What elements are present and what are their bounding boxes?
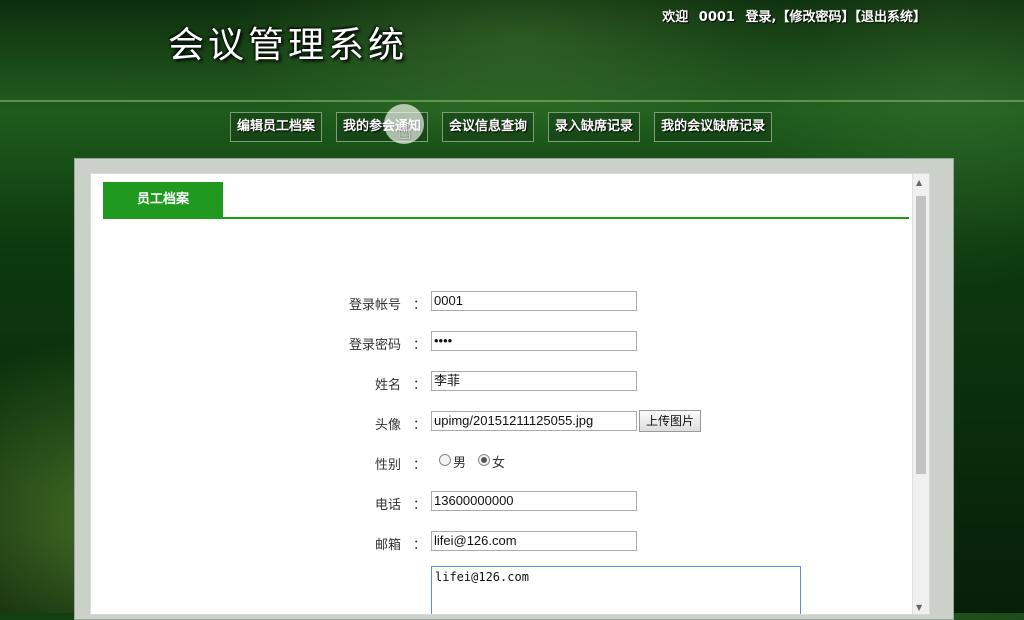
content-panel: 员工档案 登录帐号 ： 登录密码 ： 姓名 ： 头像 ： 上传图片 性别 ： 男… — [90, 173, 930, 615]
pointer-hand-icon: ☝ — [398, 120, 412, 145]
colon: ： — [413, 418, 427, 433]
colon: ： — [413, 498, 427, 513]
gender-label: 性别 — [374, 458, 401, 473]
avatar-path-input[interactable] — [431, 411, 637, 431]
tab-employee-profile[interactable]: 员工档案 — [103, 182, 223, 218]
logged-in-text: 登录, — [745, 10, 777, 25]
scrollbar[interactable]: ▲ ▼ — [912, 174, 929, 614]
avatar-row: 头像 ： 上传图片 — [91, 410, 929, 433]
welcome-text: 欢迎 — [662, 10, 689, 25]
gender-male-label: 男 — [453, 456, 467, 471]
name-label: 姓名 — [374, 378, 401, 393]
scroll-down-icon[interactable]: ▼ — [916, 603, 922, 612]
header-divider — [0, 100, 1024, 102]
gender-row: 性别 ： 男 女 — [91, 451, 929, 473]
scroll-thumb[interactable] — [916, 196, 926, 474]
phone-row: 电话 ： — [91, 491, 929, 513]
gender-female-label: 女 — [492, 456, 506, 471]
nav-meeting-query[interactable]: 会议信息查询 — [442, 112, 535, 142]
main-nav: 编辑员工档案 我的参会通知 会议信息查询 录入缺席记录 我的会议缺席记录 — [230, 112, 773, 142]
notes-textarea[interactable]: lifei@126.com — [431, 566, 801, 614]
colon: ： — [413, 338, 427, 353]
phone-input[interactable] — [431, 491, 637, 511]
gender-male-radio[interactable] — [439, 454, 451, 466]
name-row: 姓名 ： — [91, 371, 929, 393]
colon: ： — [413, 458, 427, 473]
email-input[interactable] — [431, 531, 637, 551]
name-input[interactable] — [431, 371, 637, 391]
app-title: 会议管理系统 — [168, 25, 409, 66]
tab-underline — [103, 217, 909, 219]
logout-link[interactable]: 【退出系统】 — [854, 10, 926, 25]
user-links: 欢迎 0001 登录,【修改密码】【退出系统】 — [656, 6, 926, 25]
nav-enter-absence[interactable]: 录入缺席记录 — [548, 112, 641, 142]
scroll-up-icon[interactable]: ▲ — [916, 178, 922, 187]
account-input[interactable] — [431, 291, 637, 311]
user-id: 0001 — [698, 10, 735, 25]
change-password-link[interactable]: 【修改密码】 — [776, 10, 854, 25]
nav-my-absence-records[interactable]: 我的会议缺席记录 — [654, 112, 773, 142]
upload-image-button[interactable]: 上传图片 — [639, 410, 702, 432]
email-label: 邮箱 — [374, 538, 401, 553]
email-row: 邮箱 ： — [91, 531, 929, 553]
password-row: 登录密码 ： — [91, 331, 929, 353]
password-label: 登录密码 — [348, 338, 401, 353]
gender-female-radio[interactable] — [478, 454, 490, 466]
avatar-label: 头像 — [374, 418, 401, 433]
account-row: 登录帐号 ： — [91, 291, 929, 313]
colon: ： — [413, 538, 427, 553]
password-input[interactable] — [431, 331, 637, 351]
nav-edit-profile[interactable]: 编辑员工档案 — [230, 112, 323, 142]
colon: ： — [413, 378, 427, 393]
account-label: 登录帐号 — [348, 298, 401, 313]
phone-label: 电话 — [374, 498, 401, 513]
colon: ： — [413, 298, 427, 313]
